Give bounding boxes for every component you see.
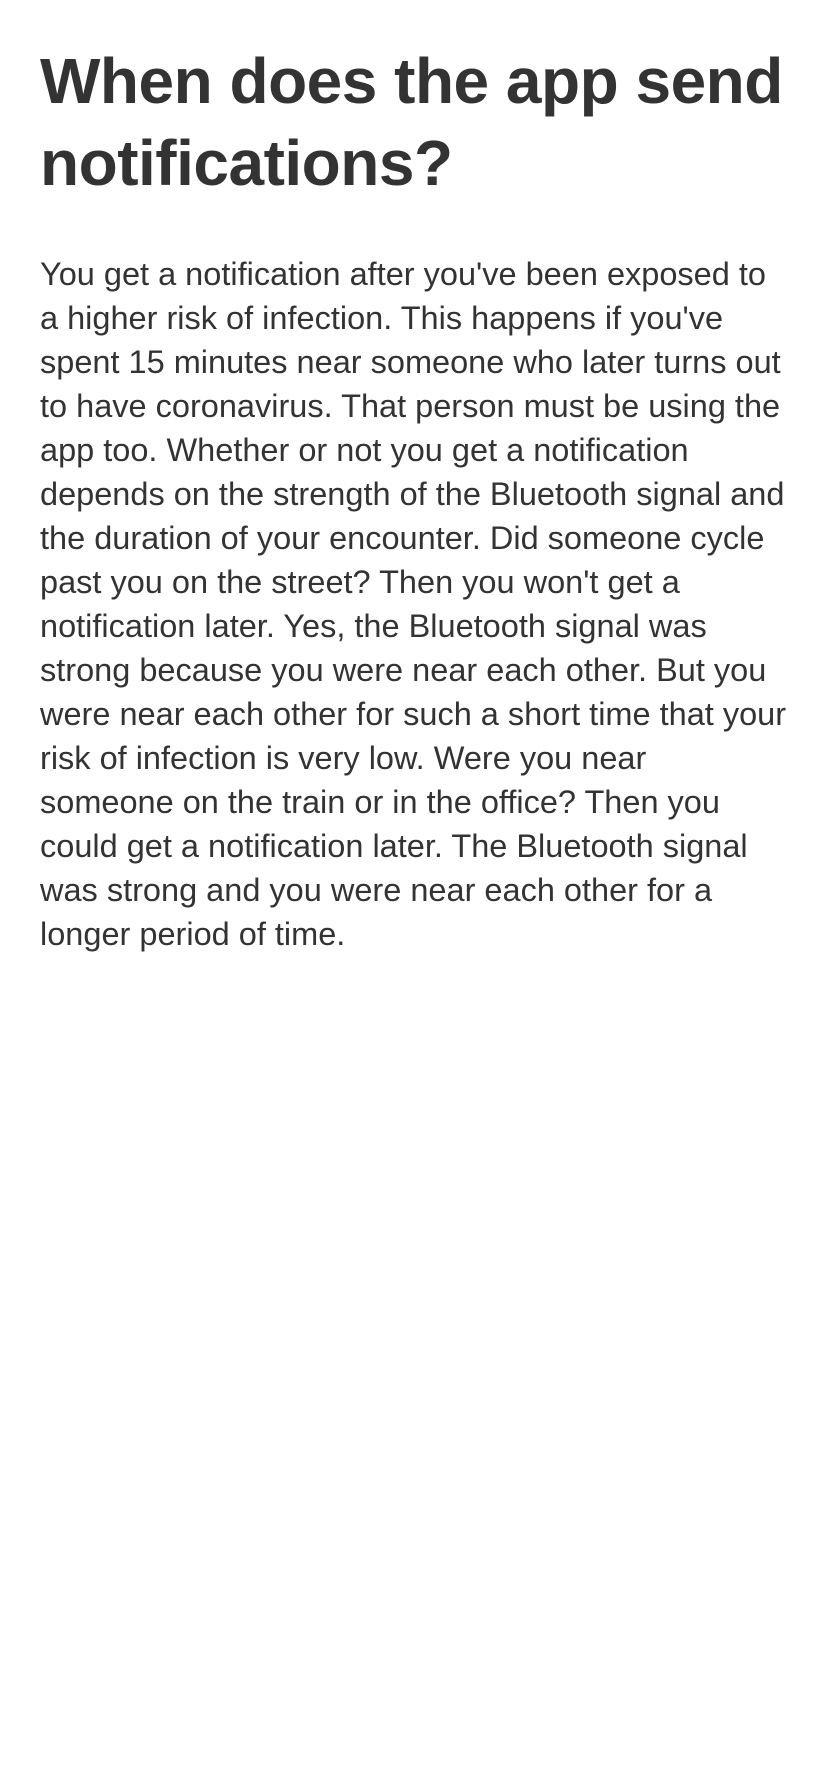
page-title: When does the app send notifications? [40, 45, 783, 199]
info-screen: When does the app send notifications? Yo… [0, 0, 828, 1792]
explanation-text: You get a notification after you've been… [40, 256, 787, 952]
